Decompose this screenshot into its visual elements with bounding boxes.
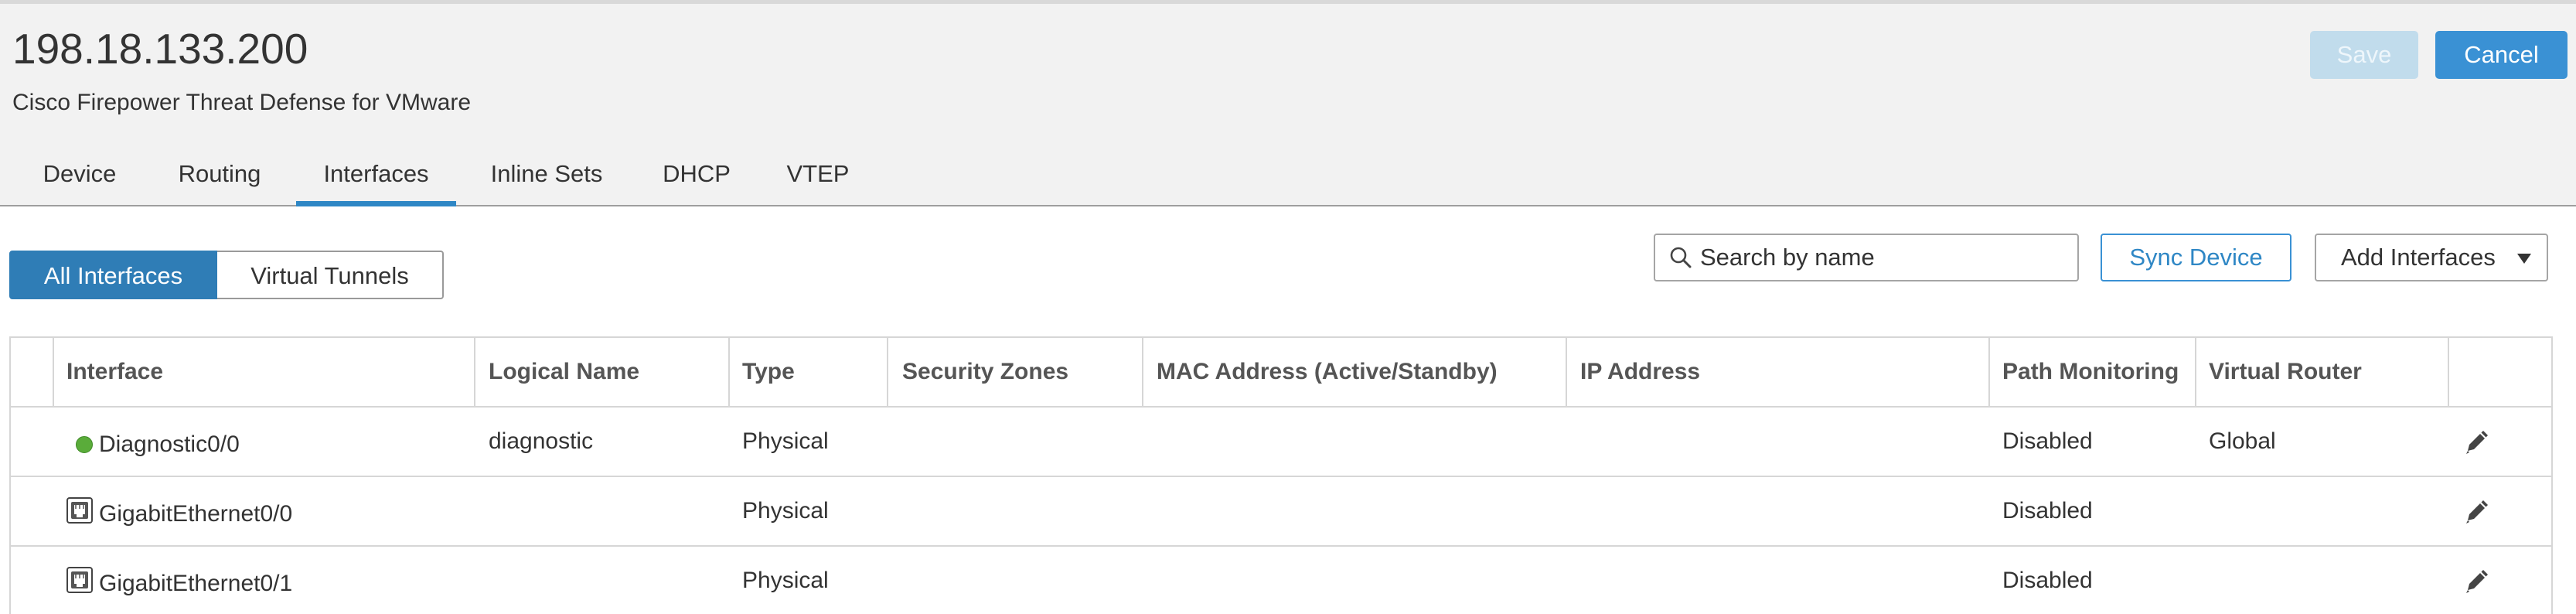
column-header-virtual-router[interactable]: Virtual Router — [2209, 338, 2362, 406]
column-header-mac-address[interactable]: MAC Address (Active/Standby) — [1157, 338, 1498, 406]
interface-name: Diagnostic0/0 — [99, 432, 240, 457]
page-header: 198.18.133.200 Cisco Firepower Threat De… — [0, 4, 2576, 206]
table-row[interactable]: GigabitEthernet0/1 Physical Disabled — [11, 547, 2551, 614]
tab-dhcp[interactable]: DHCP — [649, 151, 744, 206]
virtual-router: Global — [2209, 428, 2276, 454]
column-header-path-monitoring[interactable]: Path Monitoring — [2002, 338, 2179, 406]
tab-interfaces[interactable]: Interfaces — [296, 151, 456, 206]
virtual-tunnels-button[interactable]: Virtual Tunnels — [217, 251, 444, 299]
search-input[interactable] — [1700, 238, 2071, 277]
edit-pencil-icon[interactable] — [2463, 499, 2489, 525]
save-button[interactable]: Save — [2310, 31, 2418, 79]
add-interfaces-label: Add Interfaces — [2341, 244, 2496, 271]
path-monitoring: Disabled — [2002, 568, 2093, 593]
ethernet-port-icon — [66, 567, 93, 593]
tab-routing[interactable]: Routing — [164, 151, 275, 206]
cancel-button[interactable]: Cancel — [2435, 31, 2567, 79]
tab-inline-sets[interactable]: Inline Sets — [477, 151, 616, 206]
interface-name: GigabitEthernet0/1 — [99, 571, 293, 596]
path-monitoring: Disabled — [2002, 498, 2093, 524]
column-header-type[interactable]: Type — [742, 338, 795, 406]
interface-type: Physical — [742, 428, 829, 454]
interface-view-toggle: All Interfaces Virtual Tunnels — [9, 251, 444, 299]
column-header-ip-address[interactable]: IP Address — [1580, 338, 1700, 406]
column-header-security-zones[interactable]: Security Zones — [902, 338, 1068, 406]
table-row[interactable]: GigabitEthernet0/0 Physical Disabled — [11, 477, 2551, 547]
path-monitoring: Disabled — [2002, 428, 2093, 454]
column-header-logical-name[interactable]: Logical Name — [489, 338, 639, 406]
sync-device-button[interactable]: Sync Device — [2101, 234, 2291, 281]
ethernet-port-icon — [66, 497, 93, 524]
tab-device[interactable]: Device — [25, 151, 135, 206]
logical-name: diagnostic — [489, 428, 594, 454]
device-title: 198.18.133.200 — [12, 25, 308, 73]
table-row[interactable]: Diagnostic0/0 diagnostic Physical Disabl… — [11, 408, 2551, 477]
edit-pencil-icon[interactable] — [2463, 568, 2489, 595]
interface-name: GigabitEthernet0/0 — [99, 501, 293, 527]
caret-down-icon — [2517, 254, 2531, 264]
status-dot-icon — [76, 436, 93, 453]
column-header-interface[interactable]: Interface — [66, 338, 163, 406]
all-interfaces-button[interactable]: All Interfaces — [9, 251, 217, 299]
interfaces-table: Interface Logical Name Type Security Zon… — [9, 336, 2553, 614]
search-box — [1654, 234, 2079, 281]
interface-type: Physical — [742, 568, 829, 593]
table-header-row: Interface Logical Name Type Security Zon… — [11, 338, 2551, 408]
interface-type: Physical — [742, 498, 829, 524]
add-interfaces-dropdown[interactable]: Add Interfaces — [2315, 234, 2548, 281]
device-model-subtitle: Cisco Firepower Threat Defense for VMwar… — [12, 90, 471, 115]
edit-pencil-icon[interactable] — [2463, 429, 2489, 455]
search-icon — [1670, 247, 1692, 268]
tab-vtep[interactable]: VTEP — [775, 151, 860, 206]
